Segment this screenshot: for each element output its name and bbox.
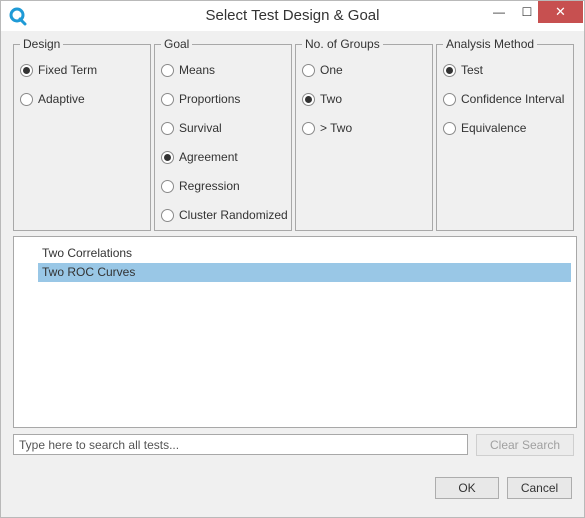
goal-group: Goal Means Proportions Survival Agreemen… xyxy=(154,37,292,231)
radio-test-indicator[interactable] xyxy=(443,63,456,77)
clear-search-button[interactable]: Clear Search xyxy=(476,434,574,456)
radio-survival-label: Survival xyxy=(179,121,222,135)
radio-adaptive[interactable]: Adaptive xyxy=(20,90,85,108)
radio-means-indicator[interactable] xyxy=(161,63,174,77)
radio-agreement[interactable]: Agreement xyxy=(161,148,238,166)
method-group-legend: Analysis Method xyxy=(443,37,538,51)
dialog-content: Design Fixed Term Adaptive Goal Means Pr… xyxy=(2,31,584,517)
radio-survival-indicator[interactable] xyxy=(161,121,174,135)
radio-regression[interactable]: Regression xyxy=(161,177,240,195)
radio-more-than-two-indicator[interactable] xyxy=(302,121,315,135)
title-bar[interactable]: Select Test Design & Goal — ☐ ✕ xyxy=(1,1,584,31)
radio-cluster-randomized[interactable]: Cluster Randomized xyxy=(161,206,288,224)
design-group: Design Fixed Term Adaptive xyxy=(13,37,151,231)
radio-means-label: Means xyxy=(179,63,216,77)
design-group-legend: Design xyxy=(20,37,64,51)
radio-fixed-term-indicator[interactable] xyxy=(20,63,33,77)
list-item[interactable]: Two ROC Curves xyxy=(38,263,571,282)
test-list[interactable]: Two Correlations Two ROC Curves xyxy=(13,236,577,428)
radio-test-label: Test xyxy=(461,63,484,77)
radio-more-than-two-label: > Two xyxy=(320,121,353,135)
radio-agreement-label: Agreement xyxy=(179,150,238,164)
radio-confidence-interval[interactable]: Confidence Interval xyxy=(443,90,564,108)
radio-regression-label: Regression xyxy=(179,179,240,193)
maximize-icon: ☐ xyxy=(521,5,533,19)
radio-agreement-indicator[interactable] xyxy=(161,150,174,164)
radio-confidence-interval-label: Confidence Interval xyxy=(461,92,565,106)
radio-proportions-label: Proportions xyxy=(179,92,241,106)
groups-group: No. of Groups One Two > Two xyxy=(295,37,433,231)
radio-more-than-two[interactable]: > Two xyxy=(302,119,352,137)
radio-fixed-term[interactable]: Fixed Term xyxy=(20,61,97,79)
ok-button[interactable]: OK xyxy=(435,477,499,499)
radio-survival[interactable]: Survival xyxy=(161,119,222,137)
dialog-window: Select Test Design & Goal — ☐ ✕ Design F… xyxy=(0,0,585,518)
radio-fixed-term-label: Fixed Term xyxy=(38,63,98,77)
radio-two-label: Two xyxy=(320,92,343,106)
radio-test[interactable]: Test xyxy=(443,61,483,79)
radio-one-indicator[interactable] xyxy=(302,63,315,77)
minimize-button[interactable]: — xyxy=(485,1,513,23)
radio-equivalence-indicator[interactable] xyxy=(443,121,456,135)
close-icon: ✕ xyxy=(555,4,566,19)
radio-adaptive-label: Adaptive xyxy=(38,92,85,106)
radio-confidence-interval-indicator[interactable] xyxy=(443,92,456,106)
cancel-button[interactable]: Cancel xyxy=(507,477,572,499)
close-button[interactable]: ✕ xyxy=(538,1,583,23)
search-input[interactable] xyxy=(13,434,468,455)
radio-two-indicator[interactable] xyxy=(302,92,315,106)
radio-one[interactable]: One xyxy=(302,61,343,79)
radio-means[interactable]: Means xyxy=(161,61,215,79)
radio-cluster-randomized-indicator[interactable] xyxy=(161,208,174,222)
method-group: Analysis Method Test Confidence Interval… xyxy=(436,37,574,231)
radio-adaptive-indicator[interactable] xyxy=(20,92,33,106)
radio-cluster-randomized-label: Cluster Randomized xyxy=(179,208,288,222)
radio-equivalence[interactable]: Equivalence xyxy=(443,119,526,137)
maximize-button[interactable]: ☐ xyxy=(513,1,541,23)
list-item[interactable]: Two Correlations xyxy=(38,244,571,263)
radio-equivalence-label: Equivalence xyxy=(461,121,527,135)
radio-proportions[interactable]: Proportions xyxy=(161,90,240,108)
radio-regression-indicator[interactable] xyxy=(161,179,174,193)
goal-group-legend: Goal xyxy=(161,37,193,51)
radio-two[interactable]: Two xyxy=(302,90,342,108)
minimize-icon: — xyxy=(493,5,505,19)
radio-proportions-indicator[interactable] xyxy=(161,92,174,106)
groups-group-legend: No. of Groups xyxy=(302,37,383,51)
radio-one-label: One xyxy=(320,63,343,77)
